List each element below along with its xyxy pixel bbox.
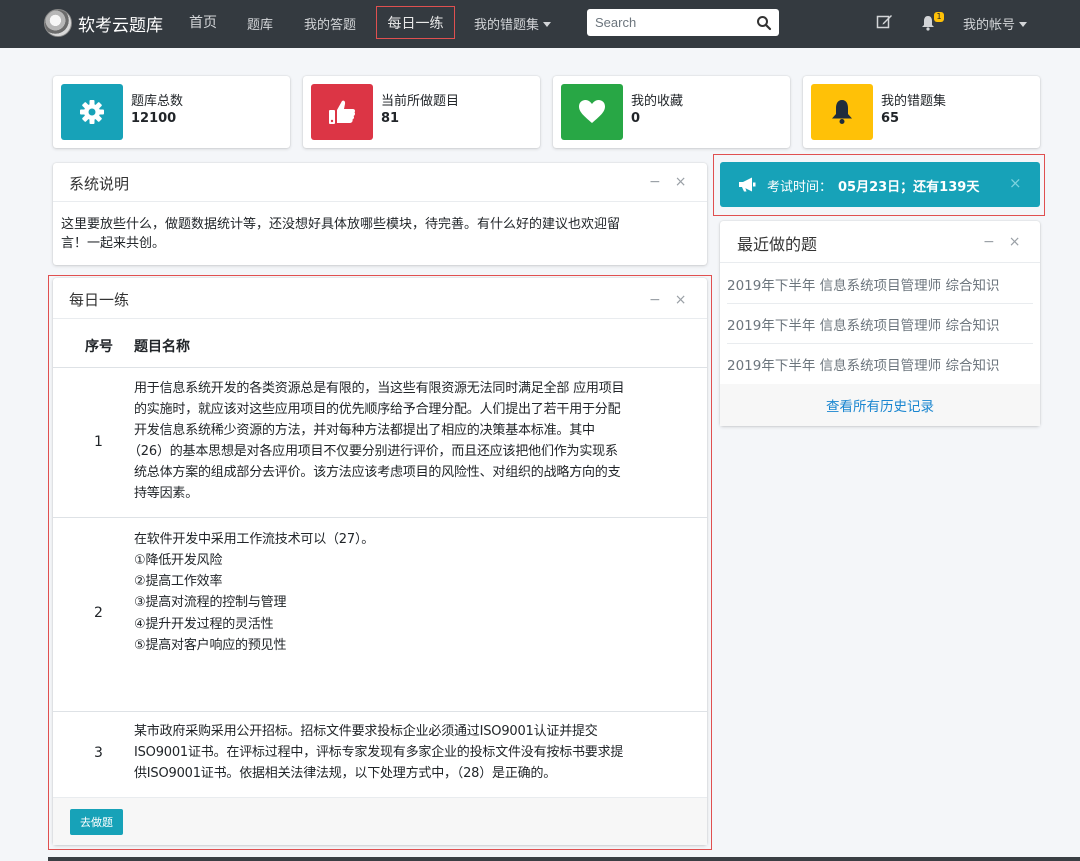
bell-icon (811, 84, 873, 140)
daily-practice-tools: − × (649, 292, 686, 308)
system-note-text-line-1: 这里要放些什么，做题数据统计等，还没想好具体放哪些模块，待完善。有什么好的建议也… (61, 217, 621, 232)
brand-name: 软考云题库 (78, 15, 163, 36)
recent-questions-title: 最近做的题 (737, 235, 818, 254)
question-text-line: ISO9001证书。在评标过程中，评标专家发现有多家企业的投标文件没有按标书要求… (134, 745, 624, 760)
stat-value: 65 (881, 111, 900, 126)
stat-box-favorites: 我的收藏 0 (553, 76, 790, 148)
daily-card-footer (53, 797, 707, 845)
stat-box-wrong: 我的错题集 65 (803, 76, 1040, 148)
divider (720, 262, 1040, 263)
stat-value: 0 (631, 111, 641, 126)
row-divider (53, 711, 707, 712)
gear-icon (61, 84, 123, 140)
close-icon[interactable]: × (1009, 174, 1022, 192)
view-all-history-label: 查看所有历史记录 (826, 399, 934, 415)
stat-label: 当前所做题目 (381, 94, 460, 109)
brand-logo-icon (44, 9, 72, 37)
nav-home[interactable]: 首页 (189, 12, 217, 32)
edit-icon[interactable] (876, 13, 893, 30)
bottom-scroll-strip (48, 857, 1080, 861)
question-text-line: 统总体方案的组成部分去评价。该方法应该考虑项目的风险性、对组织的战略方向的支 (134, 465, 621, 480)
table-header-divider (53, 367, 707, 368)
divider (727, 343, 1033, 344)
bullhorn-icon (739, 177, 756, 192)
recent-item[interactable]: 2019年下半年 信息系统项目管理师 综合知识 (727, 274, 999, 294)
recent-questions-tools: − × (983, 234, 1020, 250)
question-text-line: 用于信息系统开发的各类资源总是有限的，当这些有限资源无法同时满足全部 应用项目 (134, 381, 625, 396)
row-number: 1 (94, 434, 103, 450)
question-text-line: ③提高对流程的控制与管理 (134, 595, 287, 610)
minimize-icon[interactable]: − (649, 174, 661, 190)
row-divider (53, 517, 707, 518)
recent-item[interactable]: 2019年下半年 信息系统项目管理师 综合知识 (727, 314, 999, 334)
stat-label: 我的收藏 (631, 94, 684, 109)
question-text-line: 开发信息系统稀少资源的方法，并对每种方法都提出了相应的决策基本标准。其中 (134, 423, 595, 438)
close-icon[interactable]: × (1009, 234, 1021, 250)
stat-value: 12100 (131, 111, 177, 126)
search-input[interactable] (587, 9, 747, 36)
account-label: 我的帐号 (963, 18, 1016, 33)
system-note-title: 系统说明 (69, 175, 130, 193)
stat-box-current: 当前所做题目 81 (303, 76, 540, 148)
chevron-down-icon (1019, 22, 1028, 27)
close-icon[interactable]: × (675, 292, 687, 308)
go-practice-label: 去做题 (80, 816, 113, 829)
view-all-history-link[interactable]: 查看所有历史记录 (720, 384, 1040, 426)
close-icon[interactable]: × (675, 174, 687, 190)
system-note-tools: − × (649, 174, 686, 190)
exam-time-prefix: 考试时间： (767, 180, 833, 195)
minimize-icon[interactable]: − (649, 292, 661, 308)
nav-daily-practice-label: 每日一练 (387, 15, 444, 32)
minimize-icon[interactable]: − (983, 234, 995, 250)
notification-badge: 1 (934, 12, 944, 22)
divider (53, 318, 707, 319)
thumbs-up-icon (311, 84, 373, 140)
nav-wrong-set-dropdown[interactable]: 我的错题集 (474, 14, 552, 33)
exam-time-value: 05月23日；还有139天 (838, 180, 980, 195)
stat-label: 题库总数 (131, 94, 184, 109)
question-text-line: （26）的基本思想是对各应用项目不仅要分别进行评价，而且还应该把他们作为实现系 (128, 444, 618, 459)
question-text-line: 供ISO9001证书。依据相关法律法规，以下处理方式中，（28）是正确的。 (134, 766, 557, 781)
system-note-text-line-2: 言！一起来共创。 (61, 236, 166, 251)
nav-question-bank[interactable]: 题库 (247, 14, 273, 33)
divider (727, 303, 1033, 304)
question-text-line: ⑤提高对客户响应的预见性 (134, 638, 287, 653)
go-practice-button[interactable]: 去做题 (70, 809, 123, 835)
recent-item[interactable]: 2019年下半年 信息系统项目管理师 综合知识 (727, 354, 999, 374)
stat-box-total: 题库总数 12100 (53, 76, 290, 148)
exam-time-alert: 考试时间： 05月23日；还有139天 × (720, 162, 1040, 207)
heart-icon (561, 84, 623, 140)
question-text-line: 某市政府采购采用公开招标。招标文件要求投标企业必须通过ISO9001认证并提交 (134, 724, 598, 739)
row-number: 3 (94, 745, 103, 761)
row-number: 2 (94, 605, 103, 621)
chevron-down-icon (543, 22, 552, 27)
question-text-line: 持等因素。 (134, 486, 199, 501)
question-text-line: 在软件开发中采用工作流技术可以（27）。 (134, 532, 375, 547)
brand[interactable]: 软考云题库 (44, 9, 163, 37)
column-header-name: 题目名称 (134, 339, 190, 355)
top-navbar: 软考云题库 首页 题库 我的答题 每日一练 我的错题集 1 我的帐号 (0, 0, 1080, 48)
stat-value: 81 (381, 111, 400, 126)
nav-wrong-set-label: 我的错题集 (474, 18, 540, 33)
stat-label: 我的错题集 (881, 94, 947, 109)
question-text-line: ④提升开发过程的灵活性 (134, 617, 274, 632)
nav-daily-practice[interactable]: 每日一练 (376, 6, 455, 39)
question-text-line: ②提高工作效率 (134, 574, 223, 589)
divider (53, 201, 707, 202)
nav-my-answers[interactable]: 我的答题 (304, 14, 356, 33)
search-box (587, 9, 779, 36)
column-header-no: 序号 (85, 339, 113, 355)
search-icon[interactable] (755, 14, 773, 32)
question-text-line: ①降低开发风险 (134, 553, 223, 568)
account-dropdown[interactable]: 我的帐号 (963, 14, 1028, 33)
daily-practice-title: 每日一练 (69, 291, 130, 309)
question-text-line: 的实施时，就应该对这些应用项目的优先顺序给予合理分配。人们提出了若干用于分配 (134, 402, 621, 417)
